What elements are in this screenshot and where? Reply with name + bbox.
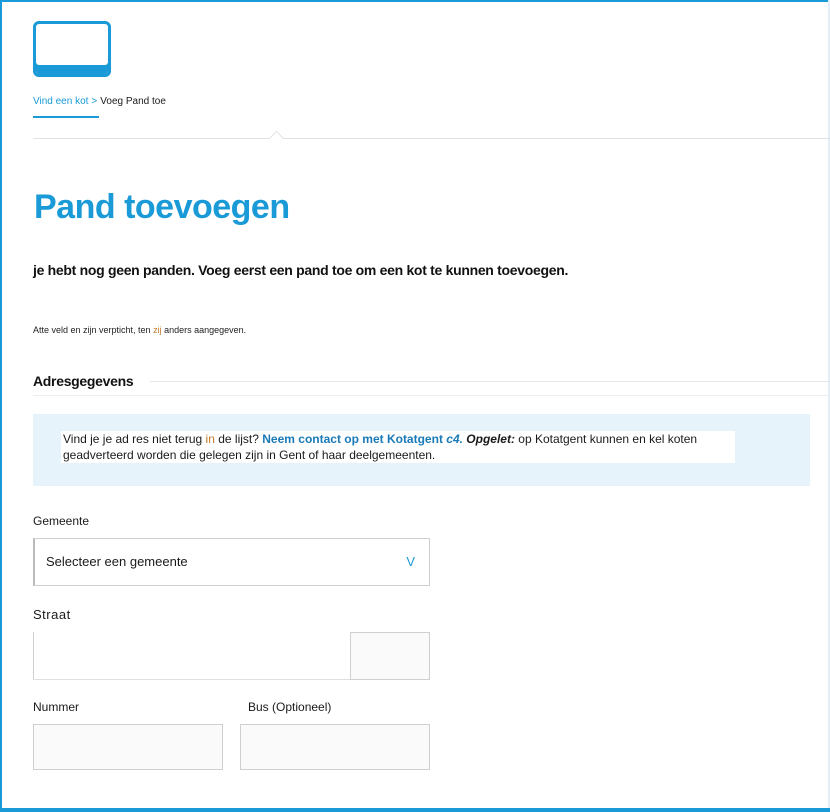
section-divider [33, 395, 830, 396]
breadcrumb-underline [33, 116, 99, 118]
gemeente-select-value: Selecteer een gemeente [46, 554, 188, 569]
required-note-part-a: Atte veld en zijn verpticht, ten [33, 325, 154, 335]
gemeente-select[interactable]: Selecteer een gemeente V [33, 538, 430, 586]
bus-field[interactable] [240, 724, 430, 770]
required-note-part-b: zij [153, 325, 162, 335]
straat-field-box [350, 632, 430, 680]
contact-kotatgent-link[interactable]: Neem contact op met Kotatgent [262, 432, 443, 446]
section-pointer [59, 396, 77, 410]
info-part-2: in [205, 432, 215, 446]
info-part-3: de lijst? [214, 432, 263, 446]
info-warning-label: Opgelet: [462, 432, 515, 446]
header-divider [33, 138, 830, 139]
info-message: Vind je je ad res niet terug in de lijst… [61, 431, 735, 463]
required-fields-note: Atte veld en zijn verpticht, ten zij and… [33, 325, 246, 335]
straat-label: Straat [33, 607, 71, 622]
breadcrumb-current: Voeg Pand toe [100, 96, 166, 107]
nummer-field[interactable] [33, 724, 223, 770]
breadcrumb-home-link[interactable]: Vind een kot [33, 96, 88, 107]
frame-bottom-edge [0, 808, 830, 812]
required-note-part-c: anders aangegeven. [161, 325, 247, 335]
site-logo[interactable] [33, 21, 111, 77]
bus-input[interactable] [241, 725, 429, 769]
section-title-rule [150, 381, 830, 382]
breadcrumb-separator: > [91, 96, 98, 107]
section-title-address: Adresgegevens [33, 373, 134, 389]
nummer-label: Nummer [33, 700, 80, 714]
page-title: Pand toevoegen [34, 188, 290, 226]
page-frame [0, 0, 828, 810]
info-part-1: Vind je je ad res niet terug [63, 432, 206, 446]
bus-label: Bus (Optioneel) [248, 700, 332, 714]
breadcrumb: Vind een kot > Voeg Pand toe [33, 96, 166, 107]
chevron-down-icon: V [406, 554, 415, 569]
info-link-suffix: c4. [442, 432, 463, 446]
intro-text: je hebt nog geen panden. Voeg eerst een … [33, 262, 569, 278]
nummer-input[interactable] [34, 725, 222, 769]
gemeente-label: Gemeente [33, 514, 90, 528]
